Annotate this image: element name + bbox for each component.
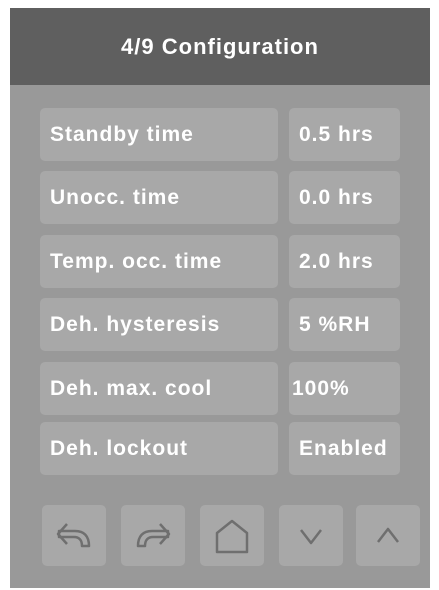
home-icon	[215, 519, 249, 553]
chevron-down-icon	[300, 528, 322, 544]
setting-value-unocc-time[interactable]: 0.0 hrs	[289, 171, 400, 224]
setting-value-deh-max-cool[interactable]: 100%	[289, 362, 400, 415]
back-button[interactable]	[42, 505, 106, 566]
setting-label-temp-occ-time: Temp. occ. time	[40, 235, 278, 288]
setting-value-deh-hysteresis[interactable]: 5 %RH	[289, 298, 400, 351]
setting-value-deh-lockout[interactable]: Enabled	[289, 422, 400, 475]
page-title: 4/9 Configuration	[121, 33, 319, 59]
setting-value-standby-time[interactable]: 0.5 hrs	[289, 108, 400, 161]
setting-label-deh-hysteresis: Deh. hysteresis	[40, 298, 278, 351]
setting-label-standby-time: Standby time	[40, 108, 278, 161]
setting-value-temp-occ-time[interactable]: 2.0 hrs	[289, 235, 400, 288]
thermostat-screen: 4/9 Configuration Standby time 0.5 hrs U…	[10, 8, 430, 588]
setting-label-unocc-time: Unocc. time	[40, 171, 278, 224]
home-button[interactable]	[200, 505, 264, 566]
scroll-up-button[interactable]	[356, 505, 420, 566]
page-header: 4/9 Configuration	[10, 8, 430, 85]
redo-arrow-icon	[136, 522, 171, 547]
setting-label-deh-max-cool: Deh. max. cool	[40, 362, 278, 415]
undo-arrow-icon	[56, 522, 91, 547]
scroll-down-button[interactable]	[279, 505, 343, 566]
setting-label-deh-lockout: Deh. lockout	[40, 422, 278, 475]
chevron-up-icon	[377, 527, 399, 543]
forward-button[interactable]	[121, 505, 185, 566]
